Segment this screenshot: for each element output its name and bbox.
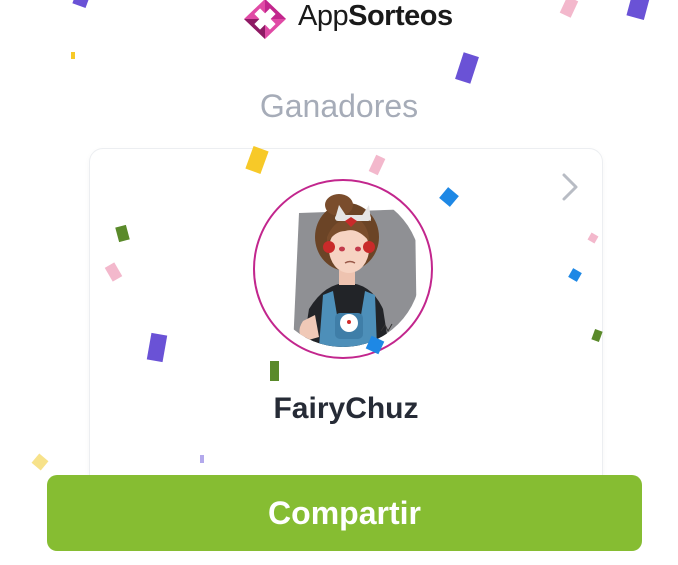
confetti-piece <box>31 453 49 471</box>
avatar <box>253 179 433 359</box>
confetti-piece <box>71 52 75 59</box>
page-title: Ganadores <box>259 88 419 124</box>
confetti-piece <box>455 52 479 84</box>
share-button[interactable]: Compartir <box>47 475 642 551</box>
header: AppSorteos <box>0 0 678 40</box>
brand-name: AppSorteos <box>298 0 453 32</box>
winner-avatar <box>265 191 421 347</box>
winner-name: FairyChuz <box>273 392 419 425</box>
chevron-right-icon[interactable] <box>558 172 582 202</box>
appsorteos-logo-icon <box>242 0 288 40</box>
